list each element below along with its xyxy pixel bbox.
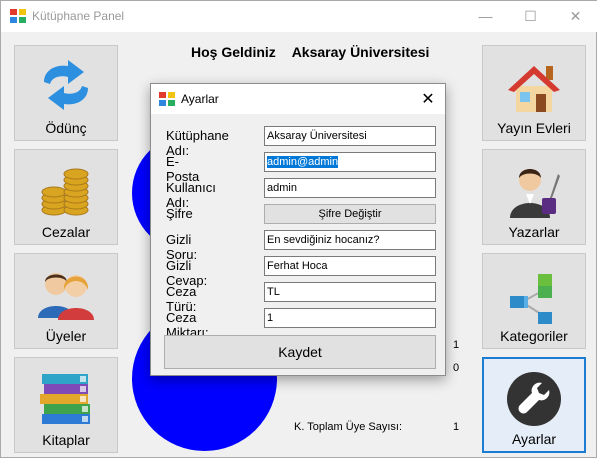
- writer-icon: [510, 169, 560, 218]
- maximize-button[interactable]: ☐: [508, 1, 553, 31]
- wrench-icon: [507, 372, 561, 426]
- books-icon: [40, 374, 90, 424]
- window-close-button[interactable]: ✕: [553, 1, 597, 31]
- users-icon: [38, 273, 94, 320]
- tile-uyeler[interactable]: Üyeler: [14, 253, 118, 349]
- tile-uyeler-label: Üyeler: [45, 328, 87, 344]
- tile-ayarlar[interactable]: Ayarlar: [482, 357, 586, 453]
- tile-yazarlar[interactable]: Yazarlar: [482, 149, 586, 245]
- tile-cezalar-label: Cezalar: [41, 224, 91, 240]
- close-icon[interactable]: ✕: [411, 84, 445, 114]
- tile-yayin-evleri-label: Yayın Evleri: [497, 120, 571, 136]
- window-title: Kütüphane Panel: [32, 9, 125, 23]
- sifre-label: Şifre: [166, 206, 193, 221]
- kutuphane-adi-input[interactable]: Aksaray Üniversitesi: [264, 126, 436, 146]
- welcome-greeting: Hoş Geldiniz: [191, 44, 276, 60]
- change-password-button[interactable]: Şifre Değiştir: [264, 204, 436, 224]
- ceza-turu-input[interactable]: TL: [264, 282, 436, 302]
- welcome-institution: Aksaray Üniversitesi: [291, 44, 430, 60]
- tile-cezalar[interactable]: Cezalar: [14, 149, 118, 245]
- tile-odunc-label: Ödünç: [45, 120, 87, 136]
- coins-icon: [41, 168, 89, 216]
- title-bar: Kütüphane Panel — ☐ ✕: [1, 1, 597, 32]
- eposta-input[interactable]: admin@admin: [264, 152, 436, 172]
- minimize-button[interactable]: —: [463, 1, 508, 31]
- tile-kitaplar-label: Kitaplar: [42, 432, 90, 448]
- tile-kategoriler-label: Kategoriler: [500, 328, 568, 344]
- dialog-app-icon: [159, 92, 175, 106]
- settings-dialog: Ayarlar ✕ Kütüphane Adı: Aksaray Ünivers…: [150, 83, 446, 376]
- save-button[interactable]: Kaydet: [164, 335, 436, 369]
- tile-ayarlar-label: Ayarlar: [511, 431, 557, 447]
- stat-value-2: 0: [453, 362, 460, 374]
- kullanici-adi-input[interactable]: admin: [264, 178, 436, 198]
- house-icon: [508, 66, 560, 112]
- gizli-cevap-input[interactable]: Ferhat Hoca: [264, 256, 436, 276]
- tile-kitaplar[interactable]: Kitaplar: [14, 357, 118, 453]
- welcome-header: Hoş Geldiniz Aksaray Üniversitesi: [191, 44, 429, 60]
- eposta-selected-text: admin@admin: [267, 156, 339, 168]
- tile-yazarlar-label: Yazarlar: [508, 224, 560, 240]
- tile-odunc[interactable]: Ödünç: [14, 45, 118, 141]
- dialog-title: Ayarlar: [181, 92, 219, 106]
- main-window: Kütüphane Panel — ☐ ✕ Hoş Geldiniz Aksar…: [0, 0, 597, 458]
- gizli-soru-input[interactable]: En sevdiğiniz hocanız?: [264, 230, 436, 250]
- ceza-miktari-input[interactable]: 1: [264, 308, 436, 328]
- stat-value-1: 1: [453, 339, 460, 351]
- tile-yayin-evleri[interactable]: Yayın Evleri: [482, 45, 586, 141]
- swap-arrows-icon: [44, 60, 88, 110]
- total-members-value: 1: [453, 421, 460, 433]
- tile-kategoriler[interactable]: Kategoriler: [482, 253, 586, 349]
- app-icon: [10, 9, 26, 23]
- category-blocks-icon: [510, 274, 552, 324]
- dialog-title-bar: Ayarlar ✕: [151, 84, 445, 114]
- total-members-label: K. Toplam Üye Sayısı:: [294, 421, 403, 433]
